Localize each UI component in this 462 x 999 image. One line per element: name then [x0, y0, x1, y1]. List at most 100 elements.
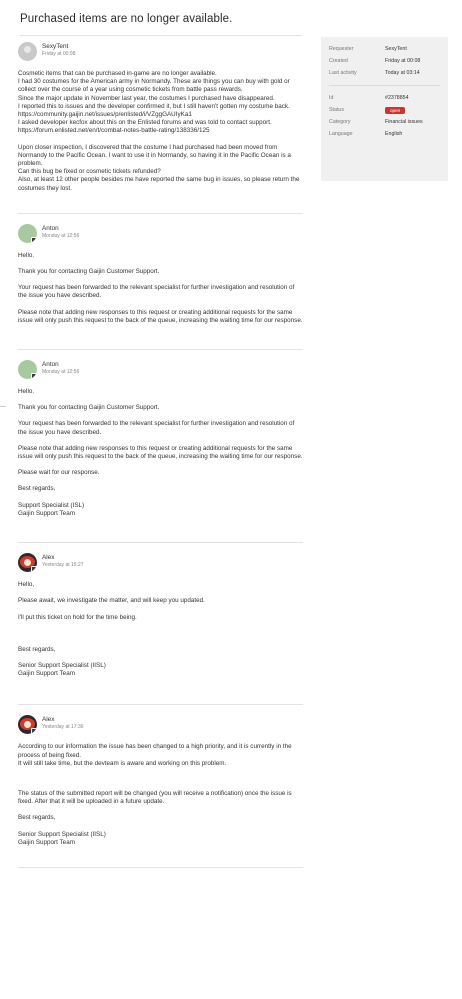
- message-paragraph: Hello,: [18, 581, 303, 589]
- message-paragraph: I'll put this ticket on hold for the tim…: [18, 614, 303, 622]
- author-name[interactable]: SexyTent: [42, 42, 75, 51]
- author-name[interactable]: Anton: [42, 224, 79, 233]
- message-line: I had 30 costumes for the American army …: [18, 78, 290, 94]
- author-block: Alex Yesterday at 17:36: [42, 715, 84, 731]
- detail-row: Category Financial issues: [329, 116, 440, 128]
- avatar[interactable]: [18, 223, 37, 243]
- detail-row: Status open: [329, 104, 440, 116]
- message-line: I asked developer kecfox about this on t…: [18, 119, 272, 127]
- message-link[interactable]: https://forum.enlisted.net/en/t/combat-n…: [18, 127, 209, 134]
- message-paragraph: Please note that adding new responses to…: [18, 309, 303, 325]
- message-time: Monday at 12:56: [42, 369, 80, 376]
- message: SexyTent Friday at 00:08 Cosmetic items th…: [18, 42, 303, 214]
- author-block: Anton Monday at 12:56: [42, 224, 79, 240]
- message-line: Gaijin Support Team: [18, 670, 75, 678]
- message-paragraph: Best regards,: [18, 814, 303, 822]
- message: Anton Monday at 12:56 Hello. Thank you for …: [18, 214, 303, 351]
- message-link[interactable]: https://community.gaijin.net/issues/p/en…: [18, 111, 192, 118]
- detail-value: English: [385, 131, 403, 137]
- message-line: Upon closer inspection, I discovered tha…: [18, 143, 291, 168]
- message-line: Since the major update in November last …: [18, 94, 275, 102]
- author-block: Anton Monday at 12:56: [42, 360, 79, 376]
- message-header: Alex Yesterday at 15:27: [18, 553, 303, 577]
- avatar[interactable]: [18, 715, 37, 735]
- message-line: Best regards,: [18, 814, 56, 822]
- avatar[interactable]: [18, 42, 37, 61]
- message-body: Hello, Please await, we investigate the m…: [18, 581, 303, 678]
- detail-value: SexyTent: [385, 46, 407, 52]
- message-time: Yesterday at 15:27: [42, 562, 84, 569]
- title-divider: [20, 35, 302, 36]
- message-header: Anton Monday at 12:56: [18, 223, 303, 248]
- message-paragraph: Your request has been forwarded to the r…: [18, 420, 303, 436]
- message-line: Gaijin Support Team: [18, 509, 75, 517]
- message-paragraph: Please await, we investigate the matter,…: [18, 597, 303, 605]
- message-thread: SexyTent Friday at 00:08 Cosmetic items th…: [18, 42, 303, 868]
- message-line: Please wait for our response.: [18, 469, 100, 477]
- message-line: According to our information the issue h…: [18, 743, 292, 759]
- detail-value: Today at 03:14: [385, 70, 420, 76]
- detail-label: Created: [329, 58, 348, 64]
- author-name[interactable]: Alex: [42, 553, 84, 562]
- message-line: Your request has been forwarded to the r…: [18, 420, 295, 436]
- agent-badge-icon: [31, 566, 37, 573]
- detail-value: Friday at 00:08: [385, 58, 421, 64]
- message-line: Best regards,: [18, 645, 56, 653]
- message-paragraph: Please wait for our response.: [18, 469, 303, 477]
- detail-label: Id: [329, 95, 334, 101]
- message-paragraph: Your request has been forwarded to the r…: [18, 284, 303, 300]
- message-body: Hello. Thank you for contacting Gaijin Cu…: [18, 252, 303, 325]
- avatar[interactable]: [18, 553, 37, 573]
- author-block: SexyTent Friday at 00:08: [42, 42, 75, 58]
- message-line: Thank you for contacting Gaijin Customer…: [18, 404, 160, 412]
- author-block: Alex Yesterday at 15:27: [42, 553, 84, 569]
- message-line: Thank you for contacting Gaijin Customer…: [18, 268, 160, 276]
- message-line: It will still take time, but the devteam…: [18, 759, 227, 767]
- author-name[interactable]: Anton: [42, 360, 79, 369]
- message-line: Also, at least 12 other people besides m…: [18, 176, 300, 192]
- message-paragraph: Senior Support Specialist (IISL) Gaijin S…: [18, 662, 303, 678]
- agent-badge-icon: [31, 236, 37, 243]
- page-title: Purchased items are no longer available.: [20, 13, 233, 25]
- message-line: Hello,: [18, 581, 35, 589]
- message-paragraph: Support Specialist (ISL) Gaijin Support T…: [18, 502, 303, 518]
- message-paragraph: Thank you for contacting Gaijin Customer…: [18, 404, 303, 412]
- message-paragraph: Cosmetic items that can be purchased in-…: [18, 70, 303, 136]
- message-body: Cosmetic items that can be purchased in-…: [18, 70, 303, 193]
- message-line: Senior Support Specialist (IISL): [18, 661, 106, 669]
- message-line: Senior Support Specialist (IISL): [18, 830, 106, 838]
- message-paragraph: Hello.: [18, 388, 303, 396]
- detail-row: Requester SexyTent: [329, 43, 440, 55]
- message-line: Cosmetic items that can be purchased in-…: [18, 70, 217, 77]
- message-paragraph: Thank you for contacting Gaijin Customer…: [18, 268, 303, 276]
- message-time: Yesterday at 17:36: [42, 724, 84, 731]
- detail-label: Language: [329, 131, 353, 137]
- detail-value: Financial issues: [385, 119, 423, 125]
- scroll-marker: [0, 406, 6, 407]
- status-value: open: [385, 106, 406, 114]
- ticket-details-panel: Requester SexyTent Created Friday at 00:08 L…: [321, 37, 448, 181]
- message-paragraph: Please note that adding new responses to…: [18, 445, 303, 461]
- avatar[interactable]: [18, 360, 37, 380]
- message-body: According to our information the issue h…: [18, 743, 303, 847]
- message-line: Please await, we investigate the matter,…: [18, 597, 205, 605]
- message-line: Can this bug be fixed or cosmetic ticket…: [18, 168, 161, 176]
- message-body: Hello. Thank you for contacting Gaijin Cu…: [18, 388, 303, 518]
- detail-row: Created Friday at 00:08: [329, 55, 440, 67]
- detail-row: Language English: [329, 128, 440, 140]
- detail-label: Requester: [329, 46, 354, 52]
- message: Alex Yesterday at 15:27 Hello, Please await…: [18, 543, 303, 706]
- message-line: Gaijin Support Team: [18, 838, 75, 846]
- message-line: Your request has been forwarded to the r…: [18, 284, 295, 300]
- message-line: The status of the submitted report will …: [18, 789, 292, 806]
- message-paragraph: Best regards,: [18, 485, 303, 493]
- detail-label: Status: [329, 107, 345, 113]
- author-name[interactable]: Alex: [42, 715, 84, 724]
- detail-label: Category: [329, 119, 351, 125]
- detail-value: #2378854: [385, 95, 409, 101]
- message-time: Monday at 12:56: [42, 232, 80, 239]
- message-paragraph: Hello.: [18, 252, 303, 260]
- message-line: Please note that adding new responses to…: [18, 308, 303, 324]
- message: Alex Yesterday at 17:36 According to our i…: [18, 705, 303, 868]
- detail-row: Id #2378854: [329, 92, 440, 104]
